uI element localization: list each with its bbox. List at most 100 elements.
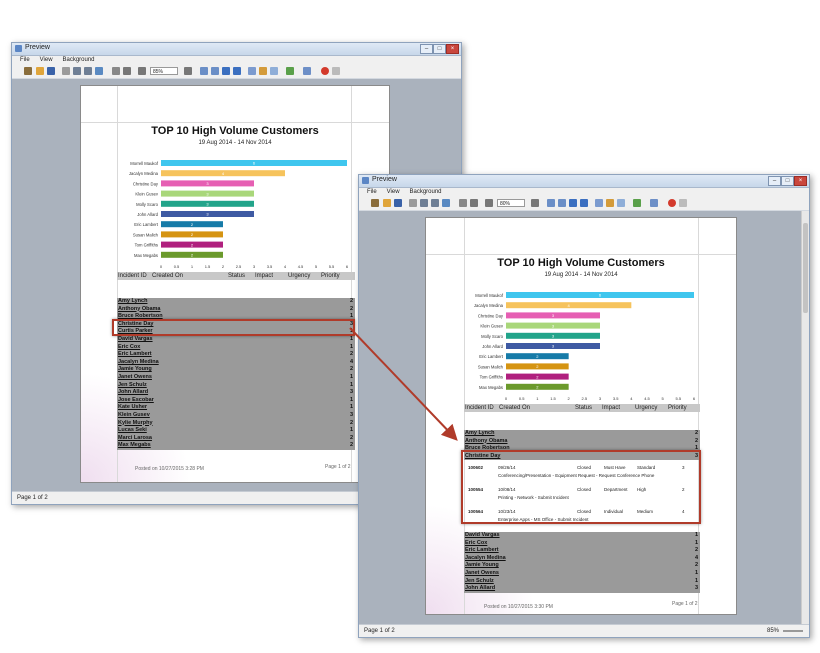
- list-item[interactable]: Jamie Young 2: [464, 562, 700, 570]
- hand-tool-icon[interactable]: [112, 67, 120, 75]
- list-item[interactable]: Anthony Obama 2: [117, 306, 355, 314]
- zoom-select[interactable]: 80%: [497, 199, 525, 207]
- customer-name[interactable]: Anthony Obama: [465, 438, 507, 446]
- list-item[interactable]: Jacalyn Medina 4: [117, 359, 355, 367]
- send-icon[interactable]: [303, 67, 311, 75]
- menu-file[interactable]: File: [20, 57, 30, 63]
- list-item[interactable]: Eric Lambert 2: [464, 547, 700, 555]
- list-item[interactable]: Janet Owens 1: [464, 570, 700, 578]
- quick-print-icon[interactable]: [84, 67, 92, 75]
- stop-icon[interactable]: [668, 199, 676, 207]
- hand-tool-icon[interactable]: [459, 199, 467, 207]
- export-icon[interactable]: [286, 67, 294, 75]
- next-page-icon[interactable]: [569, 199, 577, 207]
- list-item[interactable]: Amy Lynch 2: [117, 298, 355, 306]
- customer-name[interactable]: David Vargas: [118, 336, 153, 344]
- customer-name[interactable]: Janet Owens: [465, 570, 499, 578]
- customer-name[interactable]: John Allard: [465, 585, 495, 593]
- vertical-scrollbar[interactable]: [801, 211, 809, 624]
- last-page-icon[interactable]: [580, 199, 588, 207]
- scrollbar-thumb[interactable]: [803, 223, 808, 313]
- list-item[interactable]: Kate Usher 1: [117, 404, 355, 412]
- page-setup-icon[interactable]: [95, 67, 103, 75]
- customer-name[interactable]: Amy Lynch: [465, 430, 494, 438]
- list-item[interactable]: Amy Lynch 2: [464, 430, 700, 438]
- maximize-button[interactable]: □: [781, 176, 794, 186]
- list-item[interactable]: Jacalyn Medina 4: [464, 555, 700, 563]
- zoom-in-icon[interactable]: [531, 199, 539, 207]
- color-icon[interactable]: [259, 67, 267, 75]
- open-icon[interactable]: [24, 67, 32, 75]
- customer-name[interactable]: Amy Lynch: [118, 298, 147, 306]
- folder-icon[interactable]: [383, 199, 391, 207]
- watermark-icon[interactable]: [270, 67, 278, 75]
- list-item[interactable]: John Allard 3: [117, 389, 355, 397]
- first-page-icon[interactable]: [547, 199, 555, 207]
- save-icon[interactable]: [47, 67, 55, 75]
- menu-view[interactable]: View: [40, 57, 53, 63]
- customer-name[interactable]: Jacalyn Medina: [465, 555, 506, 563]
- watermark-icon[interactable]: [617, 199, 625, 207]
- list-item[interactable]: Klein Gusev 3: [117, 412, 355, 420]
- preview-area[interactable]: TOP 10 High Volume Customers 19 Aug 2014…: [359, 211, 809, 624]
- zoom-out-icon[interactable]: [138, 67, 146, 75]
- customer-name[interactable]: Jen Schulz: [465, 578, 494, 586]
- close-button[interactable]: ×: [794, 176, 807, 186]
- list-item[interactable]: John Allard 3: [464, 585, 700, 593]
- first-page-icon[interactable]: [200, 67, 208, 75]
- zoom-select[interactable]: 85%: [150, 67, 178, 75]
- list-item[interactable]: Janet Owens 1: [117, 374, 355, 382]
- customer-name[interactable]: Kate Usher: [118, 404, 147, 412]
- list-item[interactable]: Lucas Seki 1: [117, 427, 355, 435]
- menu-file[interactable]: File: [367, 189, 377, 195]
- customer-name[interactable]: Eric Lambert: [118, 351, 152, 359]
- customer-name[interactable]: Kylie Murphy: [118, 420, 153, 428]
- zoom-out-icon[interactable]: [485, 199, 493, 207]
- zoom-in-icon[interactable]: [184, 67, 192, 75]
- customer-name[interactable]: Lucas Seki: [118, 427, 147, 435]
- customer-name[interactable]: John Allard: [118, 389, 148, 397]
- save-icon[interactable]: [394, 199, 402, 207]
- list-item[interactable]: Eric Cox 1: [464, 540, 700, 548]
- title-bar[interactable]: Preview – □ ×: [359, 175, 809, 188]
- edit-icon[interactable]: [409, 199, 417, 207]
- list-item[interactable]: Kylie Murphy 2: [117, 420, 355, 428]
- customer-name[interactable]: Jamie Young: [118, 366, 152, 374]
- customer-name[interactable]: Eric Lambert: [465, 547, 499, 555]
- page-setup-icon[interactable]: [442, 199, 450, 207]
- print-icon[interactable]: [73, 67, 81, 75]
- edit-icon[interactable]: [62, 67, 70, 75]
- open-icon[interactable]: [371, 199, 379, 207]
- list-item[interactable]: Jen Schulz 1: [117, 382, 355, 390]
- list-item[interactable]: David Vargas 1: [464, 532, 700, 540]
- customer-name[interactable]: David Vargas: [465, 532, 500, 540]
- close-preview-icon[interactable]: [679, 199, 687, 207]
- folder-icon[interactable]: [36, 67, 44, 75]
- customer-name[interactable]: Jacalyn Medina: [118, 359, 159, 367]
- print-icon[interactable]: [420, 199, 428, 207]
- list-item[interactable]: Jose Escobar 1: [117, 397, 355, 405]
- multiple-pages-icon[interactable]: [595, 199, 603, 207]
- customer-name[interactable]: Eric Cox: [465, 540, 487, 548]
- stop-icon[interactable]: [321, 67, 329, 75]
- list-item[interactable]: Jamie Young 2: [117, 366, 355, 374]
- title-bar[interactable]: Preview – □ ×: [12, 43, 461, 56]
- quick-print-icon[interactable]: [431, 199, 439, 207]
- list-item[interactable]: Anthony Obama 2: [464, 438, 700, 446]
- list-item[interactable]: Eric Cox 1: [117, 344, 355, 352]
- customer-name[interactable]: Max Megabs: [118, 442, 151, 450]
- maximize-button[interactable]: □: [433, 44, 446, 54]
- customer-name[interactable]: Klein Gusev: [118, 412, 150, 420]
- menu-background[interactable]: Background: [62, 57, 94, 63]
- list-item[interactable]: Marci Larosa 2: [117, 435, 355, 443]
- multiple-pages-icon[interactable]: [248, 67, 256, 75]
- close-preview-icon[interactable]: [332, 67, 340, 75]
- close-button[interactable]: ×: [446, 44, 459, 54]
- send-icon[interactable]: [650, 199, 658, 207]
- minimize-button[interactable]: –: [768, 176, 781, 186]
- list-item[interactable]: Max Megabs 2: [117, 442, 355, 450]
- export-icon[interactable]: [633, 199, 641, 207]
- customer-name[interactable]: Janet Owens: [118, 374, 152, 382]
- list-item[interactable]: David Vargas 1: [117, 336, 355, 344]
- customer-name[interactable]: Marci Larosa: [118, 435, 152, 443]
